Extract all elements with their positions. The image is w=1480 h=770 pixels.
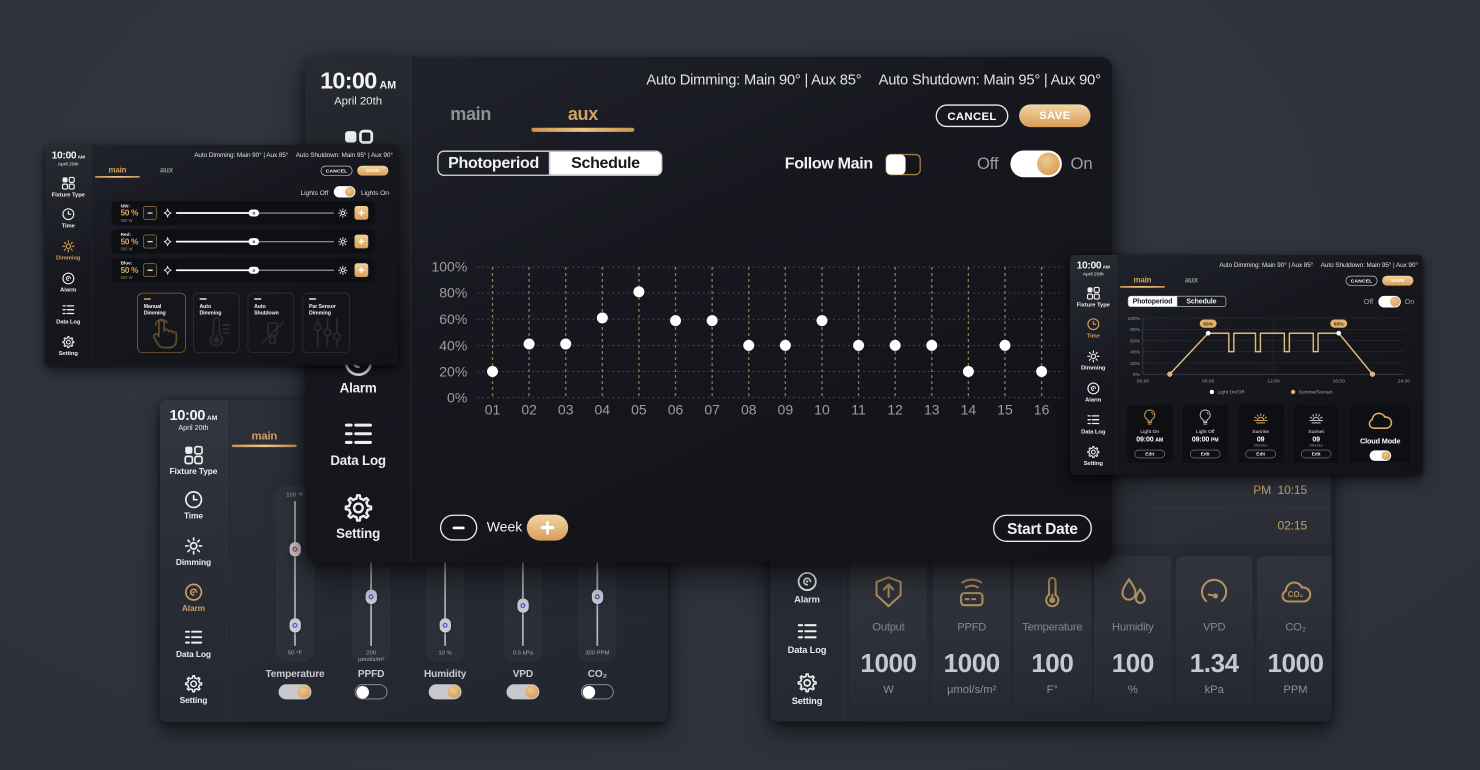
svg-text:11: 11 bbox=[851, 401, 866, 417]
svg-text:Sunrise/Sunset: Sunrise/Sunset bbox=[1299, 390, 1333, 396]
svg-text:65%: 65% bbox=[1334, 321, 1345, 327]
svg-text:08: 08 bbox=[741, 401, 757, 417]
svg-text:15: 15 bbox=[997, 401, 1013, 417]
svg-text:60%: 60% bbox=[1130, 338, 1141, 344]
svg-text:01: 01 bbox=[485, 401, 501, 417]
svg-text:09: 09 bbox=[778, 401, 794, 417]
svg-text:14: 14 bbox=[961, 401, 977, 417]
svg-text:12:00: 12:00 bbox=[1267, 378, 1280, 384]
svg-text:12: 12 bbox=[887, 401, 903, 417]
svg-text:40%: 40% bbox=[1130, 349, 1141, 355]
svg-text:80%: 80% bbox=[1130, 327, 1141, 333]
svg-text:10: 10 bbox=[814, 401, 830, 417]
svg-text:20%: 20% bbox=[439, 363, 467, 379]
svg-text:13: 13 bbox=[924, 401, 940, 417]
svg-text:60%: 60% bbox=[439, 311, 467, 327]
svg-text:80%: 80% bbox=[439, 284, 467, 300]
svg-text:24:00: 24:00 bbox=[1398, 378, 1411, 384]
svg-text:100%: 100% bbox=[431, 258, 467, 274]
svg-text:40%: 40% bbox=[439, 337, 467, 353]
svg-text:65%: 65% bbox=[1203, 321, 1214, 327]
svg-text:07: 07 bbox=[704, 401, 720, 417]
svg-text:06: 06 bbox=[668, 401, 684, 417]
svg-text:Light On/Off: Light On/Off bbox=[1217, 390, 1244, 396]
svg-text:04: 04 bbox=[595, 401, 611, 417]
svg-text:16: 16 bbox=[1034, 401, 1050, 417]
svg-text:06:00: 06:00 bbox=[1202, 378, 1215, 384]
svg-text:02: 02 bbox=[521, 401, 537, 417]
svg-text:03: 03 bbox=[558, 401, 574, 417]
svg-text:05: 05 bbox=[631, 401, 647, 417]
svg-text:18:00: 18:00 bbox=[1333, 378, 1346, 384]
svg-text:100%: 100% bbox=[1127, 316, 1140, 322]
svg-text:20%: 20% bbox=[1130, 361, 1141, 367]
svg-text:00:00: 00:00 bbox=[1137, 378, 1150, 384]
svg-text:0%: 0% bbox=[447, 389, 467, 405]
svg-text:0%: 0% bbox=[1133, 372, 1141, 378]
svg-text:CO₂: CO₂ bbox=[1288, 590, 1304, 599]
